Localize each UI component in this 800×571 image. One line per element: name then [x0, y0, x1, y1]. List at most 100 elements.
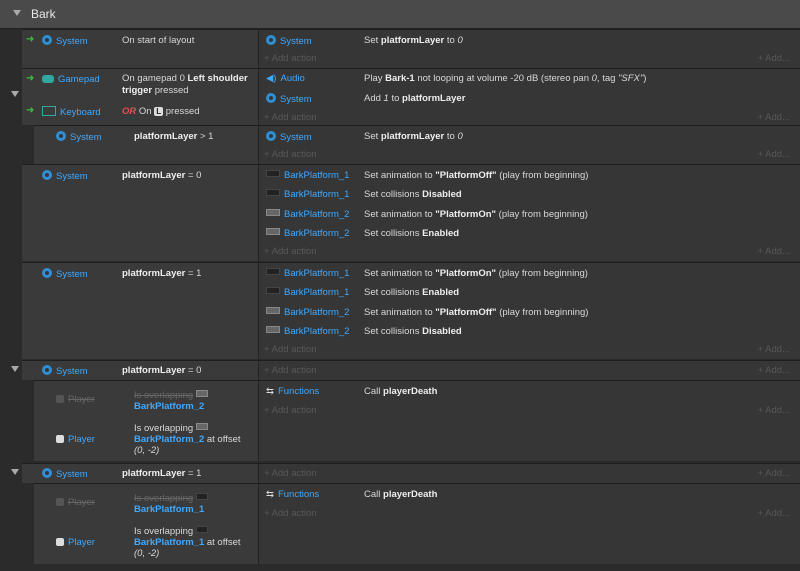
add-more-link[interactable]: + Add...	[758, 344, 791, 355]
add-more-link[interactable]: + Add...	[758, 508, 791, 519]
event-1-conditions[interactable]: ➜ System On start of layout	[22, 30, 259, 68]
system-object[interactable]: System	[266, 93, 312, 105]
action-text[interactable]: Set animation to "PlatformOff" (play fro…	[364, 170, 588, 181]
add-more-link[interactable]: + Add...	[758, 365, 791, 376]
event-4-conditions[interactable]: System platformLayer = 0	[22, 165, 259, 261]
add-more-link[interactable]: + Add...	[758, 468, 791, 479]
add-action-bar[interactable]: + Add action + Add...	[258, 341, 800, 359]
condition-text[interactable]: Is overlapping BarkPlatform_2 at offset(…	[134, 423, 241, 456]
action-object[interactable]: BarkPlatform_2	[266, 326, 349, 337]
condition-text-disabled[interactable]: Is overlapping BarkPlatform_1	[134, 493, 212, 515]
event-1[interactable]: ➜ System On start of layout System Set p…	[22, 29, 800, 68]
player-object[interactable]: Player	[56, 537, 95, 548]
action-text[interactable]: Set collisions Enabled	[364, 287, 459, 298]
action-text[interactable]: Set collisions Enabled	[364, 228, 459, 239]
gamepad-object[interactable]: Gamepad	[42, 74, 100, 85]
action-text[interactable]: Play Bark-1 not looping at volume -20 dB…	[364, 73, 646, 84]
add-action-link[interactable]: + Add action	[264, 344, 317, 355]
event-2-conditions[interactable]: ➜ Gamepad On gamepad 0 Left shoulder tri…	[22, 69, 259, 125]
action-text[interactable]: Set collisions Disabled	[364, 326, 462, 337]
event-group-header[interactable]: Bark	[0, 0, 800, 29]
action-text[interactable]: Set animation to "PlatformOn" (play from…	[364, 209, 588, 220]
action-text[interactable]: Set collisions Disabled	[364, 189, 462, 200]
add-action-link[interactable]: + Add action	[264, 149, 317, 160]
event-9[interactable]: Player Is overlapping BarkPlatform_1 Pla…	[34, 483, 800, 564]
event-3-conditions[interactable]: System platformLayer > 1	[34, 126, 259, 164]
event-9-conditions[interactable]: Player Is overlapping BarkPlatform_1 Pla…	[34, 484, 259, 564]
condition-text[interactable]: platformLayer = 0	[122, 170, 201, 181]
player-object-disabled[interactable]: Player	[56, 394, 95, 405]
event-7-conditions[interactable]: Player Is overlapping BarkPlatform_2 Pla…	[34, 381, 259, 461]
expand-chevron-icon[interactable]	[11, 91, 19, 97]
add-action-bar[interactable]: + Add action + Add...	[258, 146, 800, 164]
functions-object[interactable]: ⇆ Functions	[266, 386, 319, 397]
add-action-bar[interactable]: + Add action + Add...	[258, 505, 800, 523]
expand-chevron-icon[interactable]	[11, 366, 19, 372]
event-5[interactable]: System platformLayer = 1 BarkPlatform_1 …	[22, 262, 800, 359]
system-object[interactable]: System	[42, 468, 88, 480]
add-more-link[interactable]: + Add...	[758, 53, 791, 64]
event-8[interactable]: System platformLayer = 1 + Add action + …	[22, 463, 800, 483]
add-action-bar[interactable]: + Add action + Add...	[258, 50, 800, 68]
add-action-link[interactable]: + Add action	[264, 53, 317, 64]
action-text[interactable]: Set animation to "PlatformOff" (play fro…	[364, 307, 588, 318]
action-text[interactable]: Set platformLayer to 0	[364, 35, 463, 46]
system-object[interactable]: System	[42, 268, 88, 280]
condition-text-disabled[interactable]: Is overlapping BarkPlatform_2	[134, 390, 212, 412]
system-object[interactable]: System	[266, 131, 312, 143]
add-action-bar[interactable]: + Add action + Add...	[258, 243, 800, 261]
action-text[interactable]: Set animation to "PlatformOn" (play from…	[364, 268, 588, 279]
add-action-bar[interactable]: + Add action + Add...	[258, 465, 800, 483]
event-6[interactable]: System platformLayer = 0 + Add action + …	[22, 360, 800, 380]
keyboard-object[interactable]: Keyboard	[42, 106, 101, 118]
add-action-link[interactable]: + Add action	[264, 246, 317, 257]
action-text[interactable]: Add 1 to platformLayer	[364, 93, 465, 104]
action-object[interactable]: BarkPlatform_1	[266, 287, 349, 298]
system-object[interactable]: System	[56, 131, 102, 143]
event-3[interactable]: System platformLayer > 1 System Set plat…	[34, 125, 800, 164]
add-more-link[interactable]: + Add...	[758, 246, 791, 257]
event-7[interactable]: Player Is overlapping BarkPlatform_2 Pla…	[34, 380, 800, 461]
event-5-conditions[interactable]: System platformLayer = 1	[22, 263, 259, 359]
add-action-link[interactable]: + Add action	[264, 405, 317, 416]
add-more-link[interactable]: + Add...	[758, 112, 791, 123]
action-object[interactable]: BarkPlatform_1	[266, 189, 349, 200]
condition-text[interactable]: platformLayer = 0	[122, 365, 201, 376]
add-action-bar[interactable]: + Add action + Add...	[258, 362, 800, 380]
event-8-conditions[interactable]: System platformLayer = 1	[22, 464, 259, 483]
condition-text[interactable]: platformLayer = 1	[122, 268, 201, 279]
action-object[interactable]: BarkPlatform_1	[266, 268, 349, 279]
system-object[interactable]: System	[266, 35, 312, 47]
add-action-link[interactable]: + Add action	[264, 468, 317, 479]
action-object[interactable]: BarkPlatform_2	[266, 307, 349, 318]
system-object[interactable]: System	[42, 35, 88, 47]
condition-text[interactable]: platformLayer > 1	[134, 131, 213, 142]
condition-text[interactable]: On gamepad 0 Left shoulder trigger press…	[122, 73, 254, 97]
condition-text[interactable]: On start of layout	[122, 35, 194, 46]
expand-chevron-icon[interactable]	[11, 469, 19, 475]
condition-text[interactable]: Is overlapping BarkPlatform_1 at offset(…	[134, 526, 241, 559]
add-action-bar[interactable]: + Add action + Add...	[258, 402, 800, 420]
action-object[interactable]: BarkPlatform_2	[266, 209, 349, 220]
action-object[interactable]: BarkPlatform_1	[266, 170, 349, 181]
action-object[interactable]: BarkPlatform_2	[266, 228, 349, 239]
add-action-link[interactable]: + Add action	[264, 365, 317, 376]
player-object-disabled[interactable]: Player	[56, 497, 95, 508]
event-4[interactable]: System platformLayer = 0 BarkPlatform_1 …	[22, 164, 800, 261]
player-object[interactable]: Player	[56, 434, 95, 445]
add-action-link[interactable]: + Add action	[264, 508, 317, 519]
functions-object[interactable]: ⇆ Functions	[266, 489, 319, 500]
collapse-chevron-icon[interactable]	[13, 10, 21, 16]
audio-object[interactable]: ◀) Audio	[266, 73, 305, 84]
add-more-link[interactable]: + Add...	[758, 405, 791, 416]
condition-text[interactable]: OR On L pressed	[122, 106, 200, 117]
add-more-link[interactable]: + Add...	[758, 149, 791, 160]
event-6-conditions[interactable]: System platformLayer = 0	[22, 361, 259, 380]
action-text[interactable]: Call playerDeath	[364, 489, 437, 500]
add-action-link[interactable]: + Add action	[264, 112, 317, 123]
event-2[interactable]: ➜ Gamepad On gamepad 0 Left shoulder tri…	[22, 68, 800, 125]
condition-text[interactable]: platformLayer = 1	[122, 468, 201, 479]
action-text[interactable]: Set platformLayer to 0	[364, 131, 463, 142]
system-object[interactable]: System	[42, 365, 88, 377]
system-object[interactable]: System	[42, 170, 88, 182]
